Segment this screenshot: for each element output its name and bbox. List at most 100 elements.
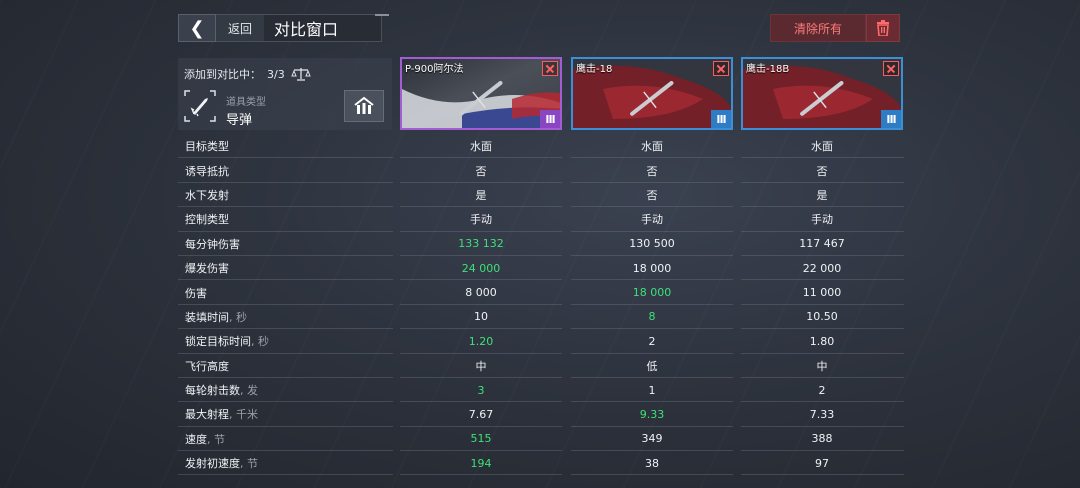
stat-value: 10 [474,310,488,324]
back-button[interactable]: ❮ [178,14,216,42]
clear-all-group: 清除所有 [770,14,900,42]
remove-card-button[interactable] [713,61,729,76]
stat-row: 控制类型 手动 手动 手动 [178,207,904,232]
remove-card-button[interactable] [883,61,899,76]
stat-value: 24 000 [461,261,501,275]
stat-unit: , 秒 [251,335,269,349]
stat-value: 388 [811,432,833,446]
stat-name: 目标类型 [185,140,229,154]
stat-value: 349 [641,432,663,446]
tier-badge: III [711,110,731,128]
stat-value: 1 [648,383,656,397]
stat-value: 否 [646,164,658,178]
stat-value: 8 000 [465,286,497,300]
stat-value: 10.50 [806,310,838,324]
stat-label: 飞行高度 [178,358,400,374]
stat-row: 飞行高度 中 低 中 [178,354,904,379]
stat-row: 爆发伤害 24 000 18 000 22 000 [178,256,904,281]
stat-name: 水下发射 [185,188,229,202]
added-count: 3/3 [267,67,285,81]
filter-type-button[interactable] [344,90,384,122]
stat-value: 3 [477,383,485,397]
stat-label: 水下发射 [178,187,400,203]
item-type-value: 导弹 [226,113,253,128]
stat-label: 最大射程, 千米 [178,406,400,422]
stat-name: 速度 [185,432,207,446]
stat-value: 117 467 [799,237,845,251]
stat-value: 97 [815,456,829,470]
stat-value: 2 [818,383,826,397]
stat-unit: , 发 [240,384,258,398]
added-count-row: 添加到对比中： 3/3 [184,66,311,82]
stat-value: 9.33 [639,407,665,421]
trash-icon [877,20,889,36]
card-item-name: 鹰击-18B [746,64,790,75]
stat-name: 每轮射击数 [185,384,240,398]
stat-row: 每轮射击数, 发 3 1 2 [178,378,904,403]
stat-value: 1.20 [468,334,494,348]
compare-card-3[interactable]: 鹰击-18B III [741,57,903,130]
stat-row: 伤害 8 000 18 000 11 000 [178,280,904,306]
card-item-name: 鹰击-18 [576,64,613,75]
stat-value: 水面 [641,140,663,154]
stat-name: 最大射程 [185,408,229,422]
stat-row: 目标类型 水面 水面 水面 [178,134,904,159]
compare-card-1[interactable]: P-900阿尔法 III [400,57,562,130]
trash-button[interactable] [866,14,900,42]
back-label[interactable]: 返回 [216,14,264,42]
remove-card-button[interactable] [542,61,558,76]
stat-name: 控制类型 [185,213,229,227]
tier-badge: III [881,110,901,128]
added-label: 添加到对比中： [184,68,261,81]
stat-value: 手动 [811,213,833,227]
stat-value: 8 [648,310,656,324]
clear-all-button[interactable]: 清除所有 [770,14,866,42]
stat-unit: , 节 [240,457,258,471]
stat-value: 18 000 [632,261,672,275]
stat-name: 飞行高度 [185,359,229,373]
stat-value: 130 500 [629,237,675,251]
stat-name: 诱导抵抗 [185,164,229,178]
stat-value: 水面 [811,140,833,154]
stats-table: 目标类型 水面 水面 水面 诱导抵抗否否否水下发射是否是控制类型 手动 手动 手动 每分钟伤害 1… [178,134,904,476]
stat-unit: , 千米 [229,408,258,422]
item-type-label: 道具类型 [226,97,266,108]
stat-label: 每轮射击数, 发 [178,382,400,398]
stat-label: 装填时间, 秒 [178,309,400,325]
stat-value: 194 [470,456,492,470]
stat-label: 目标类型 [178,138,400,154]
compare-info-panel: 添加到对比中： 3/3 道具类型 导弹 [178,58,392,130]
stat-label: 爆发伤害 [178,260,400,276]
stat-unit: , 节 [207,432,225,446]
stat-row: 每分钟伤害 133 132 130 500 117 467 [178,232,904,257]
stat-value: 水面 [470,140,492,154]
stat-label: 诱导抵抗 [178,163,400,179]
stat-value: 38 [645,456,659,470]
missile-type-icon [184,90,216,122]
stat-unit: , 秒 [229,310,247,324]
stat-value: 515 [470,432,492,446]
stat-value: 手动 [470,213,492,227]
stat-value: 7.33 [809,407,835,421]
stat-label: 控制类型 [178,211,400,227]
stat-value: 中 [816,359,828,373]
chevron-left-icon: ❮ [189,17,205,39]
stat-value: 是 [475,188,487,202]
stat-value: 低 [646,359,658,373]
stat-value: 1.80 [809,334,835,348]
stat-value: 否 [816,164,828,178]
stat-value: 中 [475,359,487,373]
stat-label: 速度, 节 [178,431,400,447]
stat-value: 否 [646,188,658,202]
card-item-name: P-900阿尔法 [405,64,464,75]
stat-label: 每分钟伤害 [178,236,400,252]
stat-name: 装填时间 [185,310,229,324]
stat-name: 伤害 [185,286,207,300]
stat-name: 发射初速度 [185,457,240,471]
scales-icon [290,68,311,81]
stat-row: 最大射程, 千米 7.67 9.33 7.33 [178,402,904,428]
compare-card-2[interactable]: 鹰击-18 III [571,57,733,130]
stat-value: 18 000 [632,286,672,300]
stat-row: 水下发射 是 否 是 [178,183,904,208]
stat-label: 发射初速度, 节 [178,455,400,471]
